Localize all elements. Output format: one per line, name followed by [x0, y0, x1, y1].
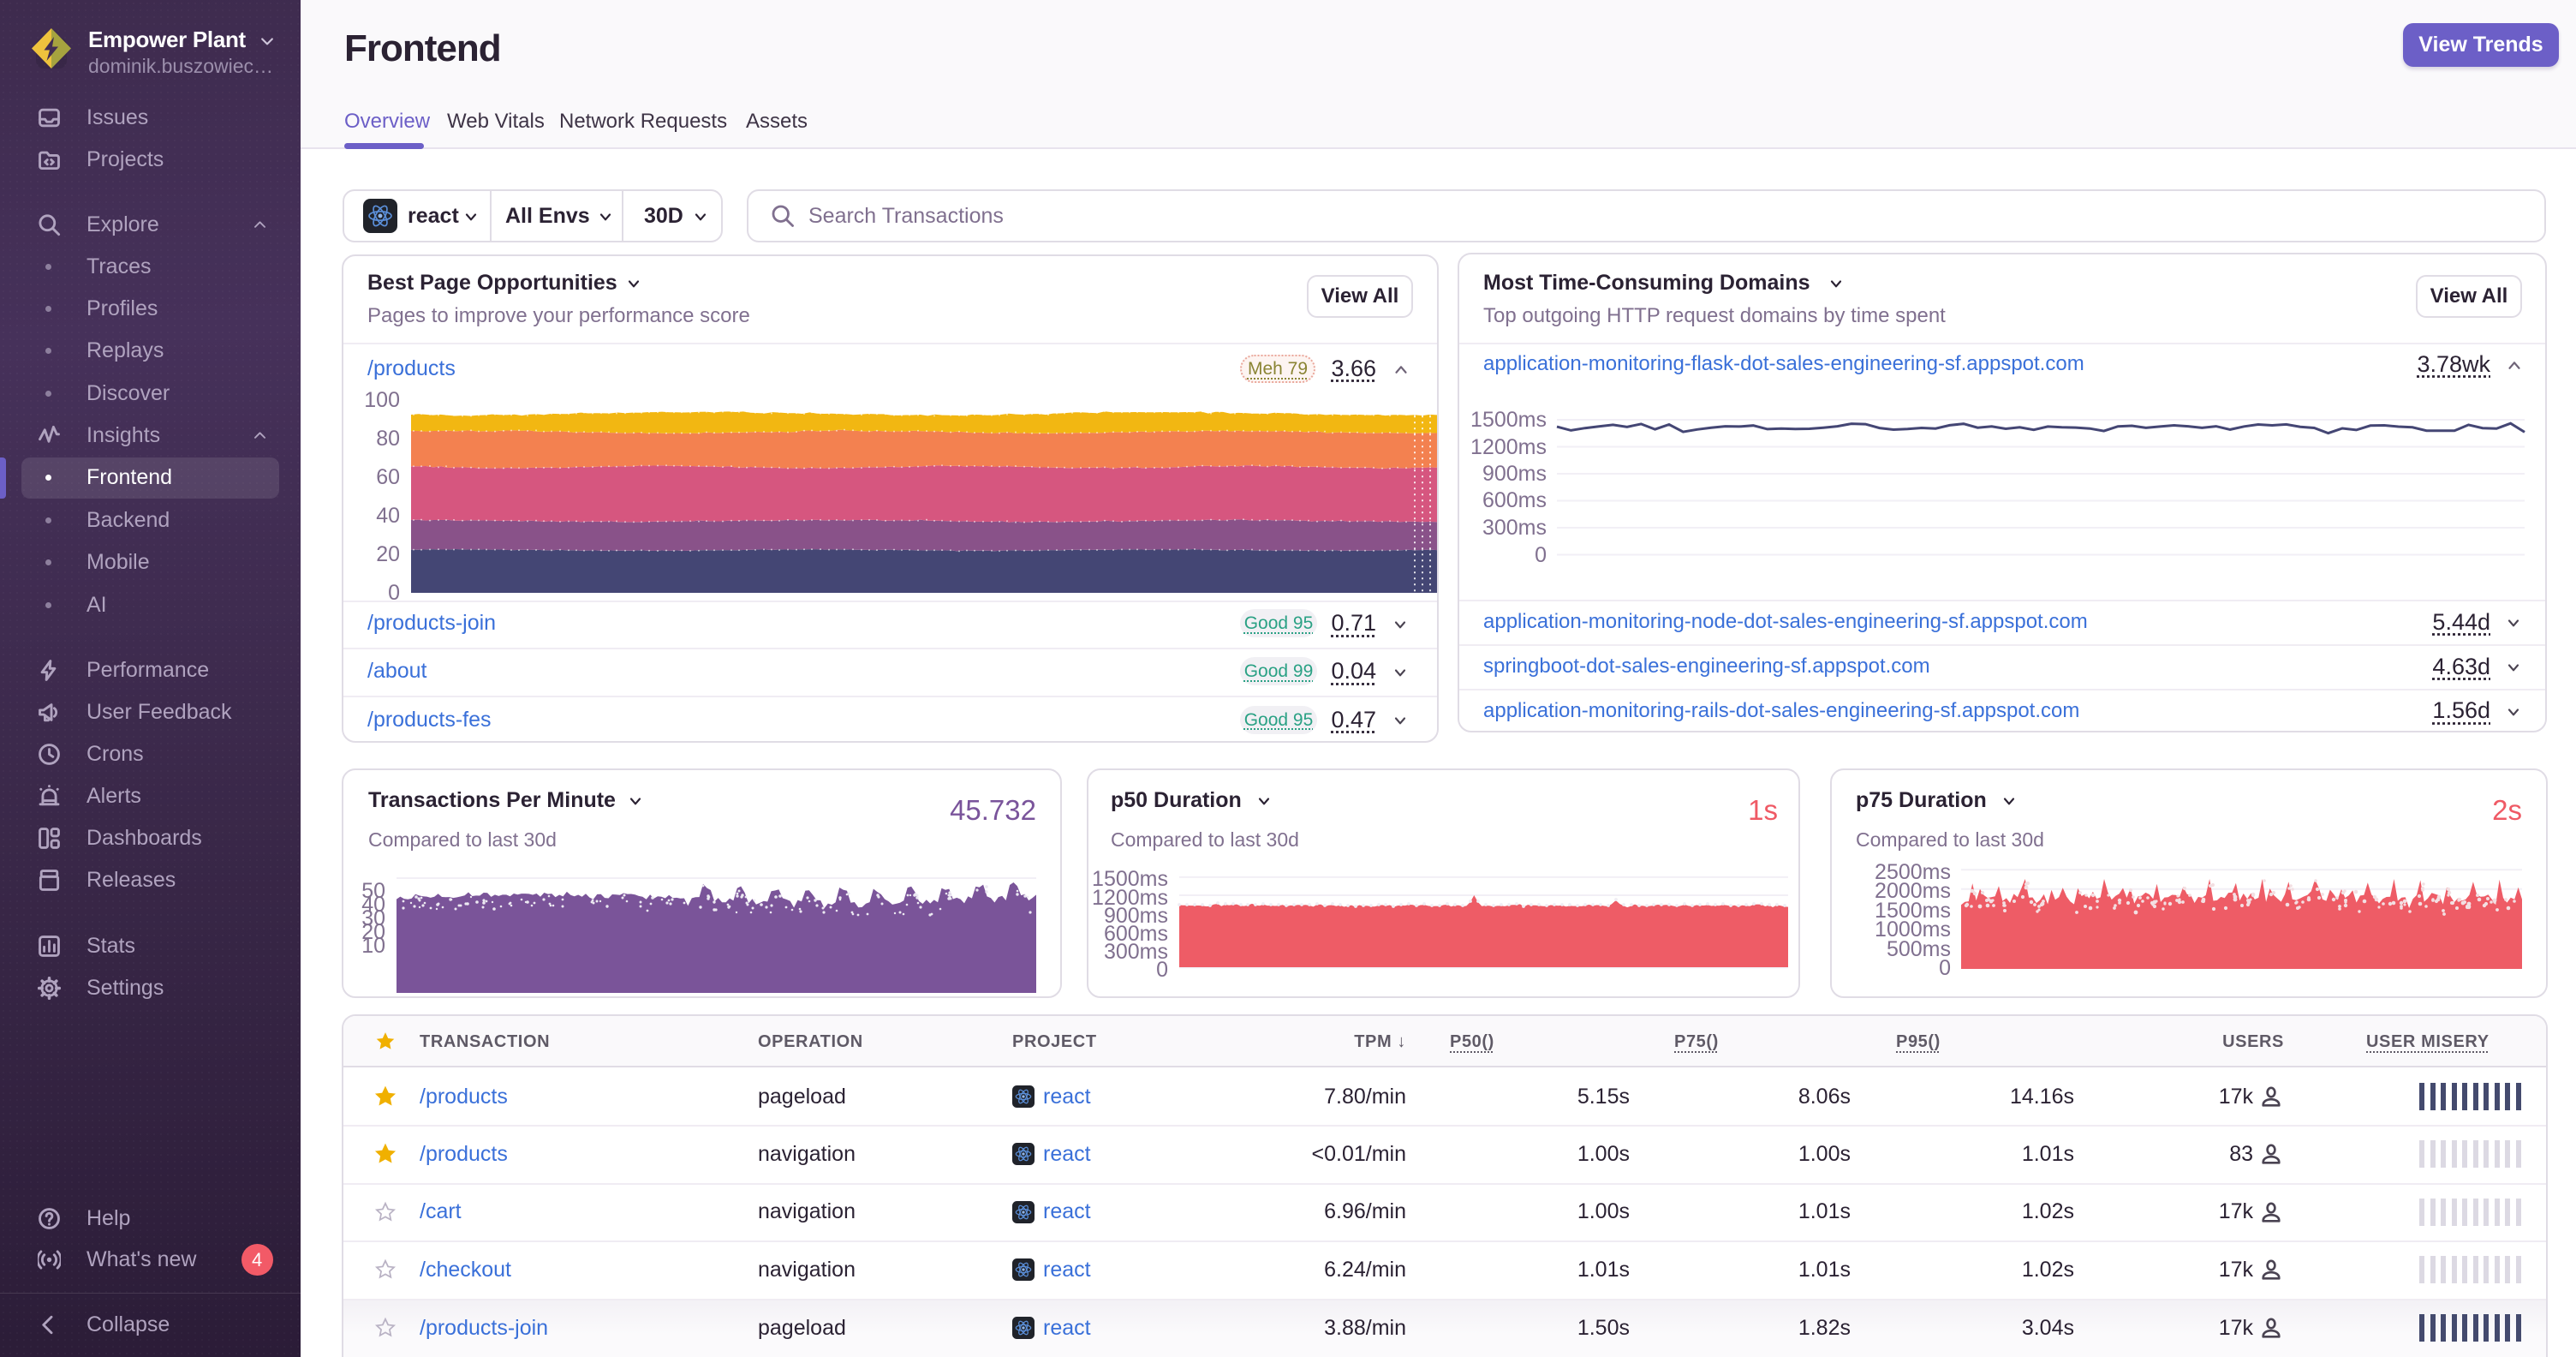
svg-text:900ms: 900ms: [1482, 462, 1547, 486]
svg-text:20: 20: [376, 542, 400, 566]
svg-text:0: 0: [1156, 958, 1168, 982]
svg-text:80: 80: [376, 427, 400, 451]
svg-text:40: 40: [376, 504, 400, 528]
svg-text:10: 10: [361, 934, 385, 958]
svg-text:0: 0: [1535, 543, 1547, 567]
svg-text:100: 100: [364, 388, 400, 412]
svg-text:1200ms: 1200ms: [1470, 435, 1547, 459]
svg-text:600ms: 600ms: [1482, 488, 1547, 512]
svg-text:1500ms: 1500ms: [1470, 408, 1547, 432]
svg-text:300ms: 300ms: [1482, 516, 1547, 540]
svg-text:60: 60: [376, 465, 400, 489]
svg-text:0: 0: [1939, 956, 1951, 980]
